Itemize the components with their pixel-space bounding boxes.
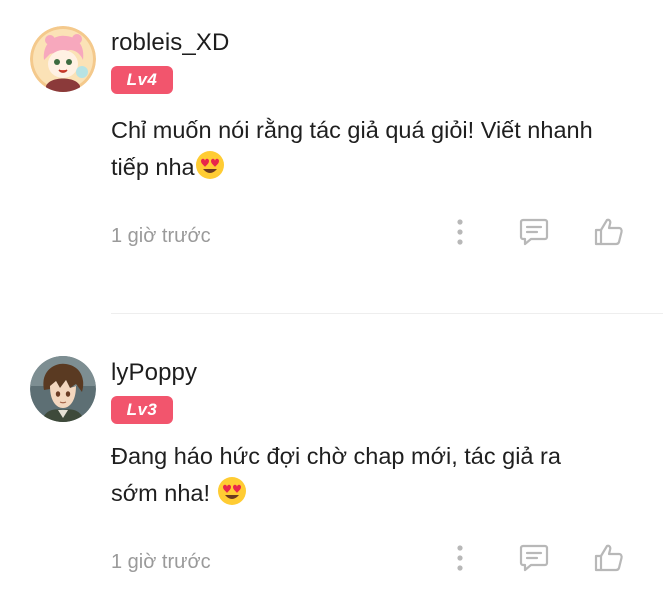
thumbs-up-icon — [593, 217, 625, 252]
comment-divider — [111, 313, 663, 314]
comment-text: Chỉ muốn nói rằng tác giả quá giỏi! Viết… — [111, 112, 641, 186]
comment-text-line: Đang háo hức đợi chờ chap mới, tác giả r… — [111, 443, 561, 469]
comment-item: lyPoppy Lv3 Đang háo hức đợi chờ chap mớ… — [0, 330, 663, 600]
comment-reply-icon — [518, 543, 550, 578]
username[interactable]: robleis_XD — [111, 28, 229, 58]
comment-item: robleis_XD Lv4 Chỉ muốn nói rằng tác giả… — [0, 0, 663, 314]
more-vertical-icon — [455, 218, 465, 251]
more-options-button[interactable] — [440, 542, 480, 578]
comment-text-line: Chỉ muốn nói rằng tác giả quá giỏi! Viết… — [111, 117, 593, 143]
level-badge: Lv3 — [111, 396, 173, 424]
more-options-button[interactable] — [440, 216, 480, 252]
reply-button[interactable] — [514, 216, 554, 252]
avatar[interactable] — [30, 26, 96, 92]
like-button[interactable] — [589, 216, 629, 252]
comment-text-line: sớm nha! — [111, 480, 217, 506]
more-vertical-icon — [455, 544, 465, 577]
comment-text-line: tiếp nha — [111, 154, 195, 180]
reply-button[interactable] — [514, 542, 554, 578]
avatar[interactable] — [30, 356, 96, 422]
level-badge: Lv4 — [111, 66, 173, 94]
comment-reply-icon — [518, 217, 550, 252]
thumbs-up-icon — [593, 543, 625, 578]
username[interactable]: lyPoppy — [111, 358, 197, 388]
like-button[interactable] — [589, 542, 629, 578]
heart-eyes-emoji-icon — [195, 150, 225, 180]
timestamp: 1 giờ trước — [111, 225, 211, 247]
comment-text: Đang háo hức đợi chờ chap mới, tác giả r… — [111, 438, 641, 512]
heart-eyes-emoji-icon — [217, 476, 247, 506]
timestamp: 1 giờ trước — [111, 551, 211, 573]
